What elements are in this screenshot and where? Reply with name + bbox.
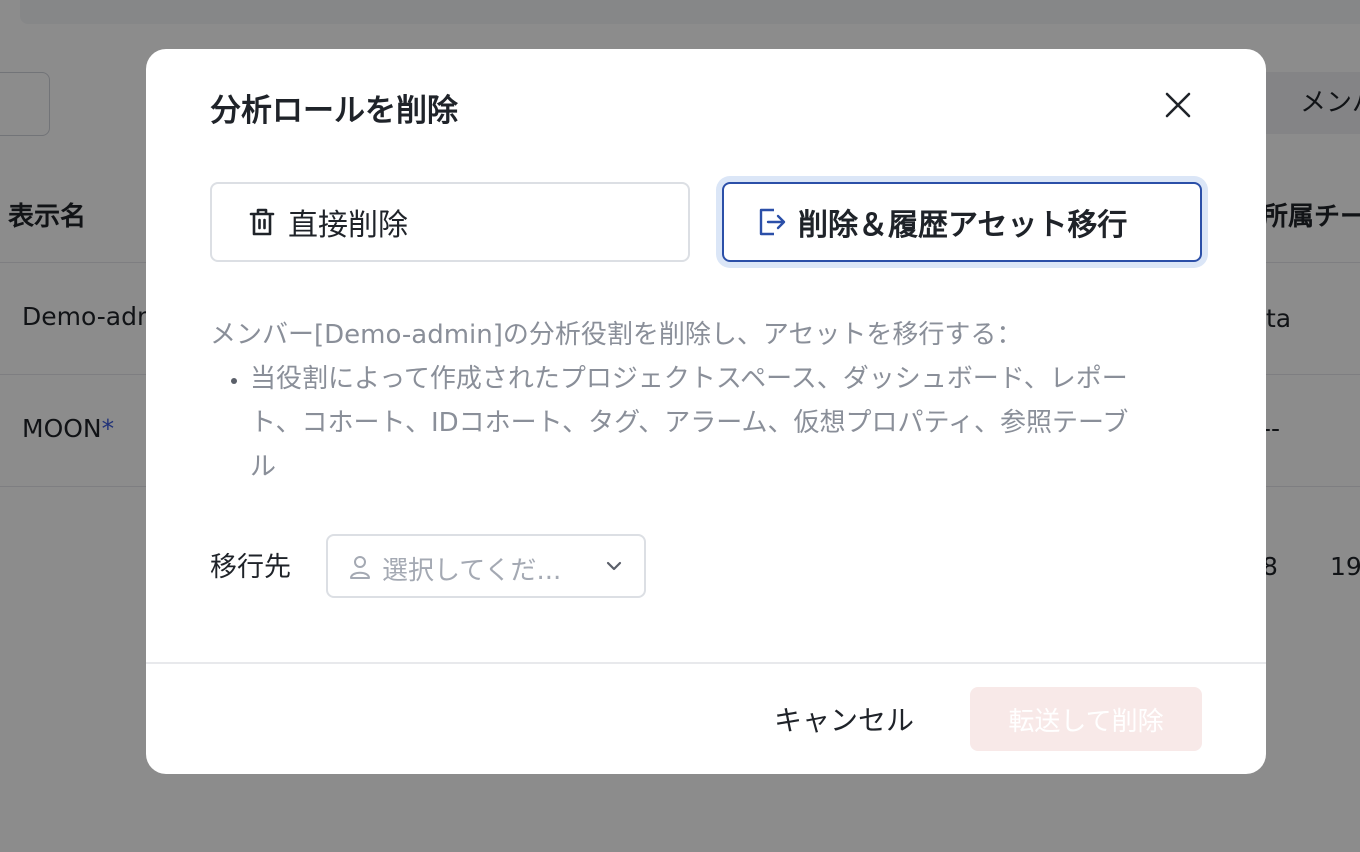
delete-and-transfer-option[interactable]: 削除＆履歴アセット移行 <box>722 182 1202 262</box>
destination-placeholder: 選択してくだ... <box>382 556 562 586</box>
direct-delete-option[interactable]: 直接削除 <box>210 182 690 262</box>
destination-select[interactable]: 選択してくだ... <box>326 534 646 598</box>
description-intro: メンバー[Demo-admin]の分析役割を削除し、アセットを移行する： <box>210 320 1023 350</box>
close-button[interactable] <box>1160 87 1196 123</box>
transfer-description: メンバー[Demo-admin]の分析役割を削除し、アセットを移行する： 当役割… <box>210 313 1210 489</box>
description-line: 当役割によって作成されたプロジェクトスペース、ダッシュボード、レポー <box>250 364 1128 394</box>
chevron-down-icon <box>606 561 622 571</box>
export-icon <box>756 206 788 238</box>
destination-label: 移行先 <box>210 552 291 583</box>
dialog-title: 分析ロールを削除 <box>210 93 458 129</box>
description-line: ル <box>250 452 277 482</box>
delete-and-transfer-label: 削除＆履歴アセット移行 <box>798 208 1128 243</box>
user-icon <box>350 556 370 579</box>
description-line: ト、コホート、IDコホート、タグ、アラーム、仮想プロパティ、参照テーブ <box>250 408 1129 438</box>
list-item: 当役割によって作成されたプロジェクトスペース、ダッシュボード、レポー ト、コホー… <box>250 357 1210 489</box>
trash-icon <box>246 206 278 238</box>
delete-role-dialog: 分析ロールを削除 直接削除 削除＆履歴アセット移行 メンバー[Demo-admi… <box>146 49 1266 774</box>
transfer-and-delete-button[interactable]: 転送して削除 <box>970 687 1202 751</box>
close-icon <box>1165 92 1191 118</box>
description-list: 当役割によって作成されたプロジェクトスペース、ダッシュボード、レポー ト、コホー… <box>210 357 1210 489</box>
direct-delete-label: 直接削除 <box>288 208 408 243</box>
footer-divider <box>146 662 1266 664</box>
cancel-button[interactable]: キャンセル <box>746 687 942 751</box>
